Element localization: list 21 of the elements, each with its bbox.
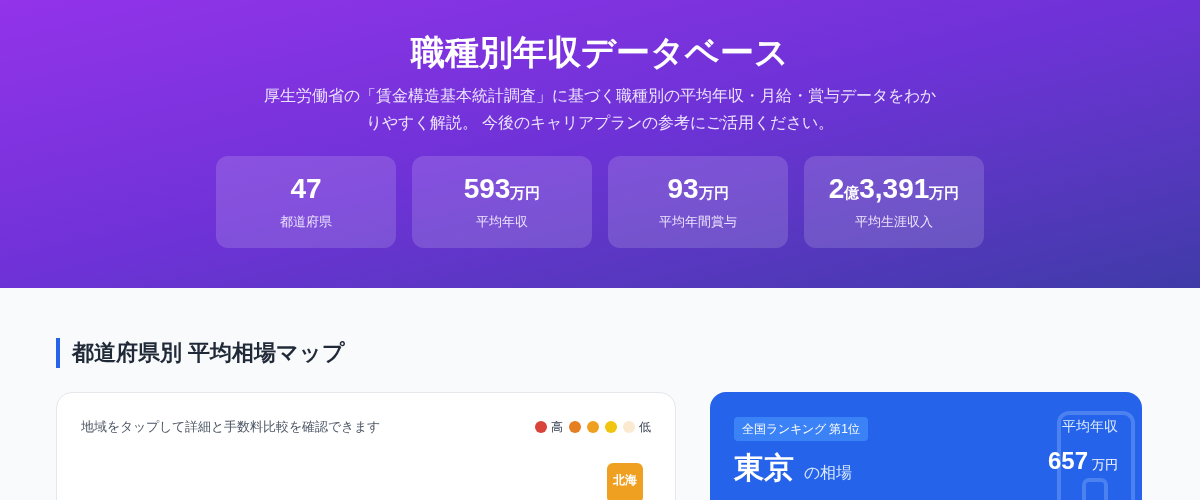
stat-value: 593万円 xyxy=(463,172,541,207)
page-description: 厚生労働省の「賃金構造基本統計調査」に基づく職種別の平均年収・月給・賞与データをわかりやすく解説。 今後のキャリアプランの参考にご活用ください。 xyxy=(263,86,937,133)
prefecture-tile[interactable]: 北海 xyxy=(607,462,643,500)
salary-unit: 万円 xyxy=(1092,456,1118,474)
stat-label: 平均年収 xyxy=(476,213,528,232)
stat-value: 2億3,391万円 xyxy=(828,172,960,207)
map-hint: 地域をタップして詳細と手数料比較を確認できます xyxy=(81,418,380,436)
page-title: 職種別年収データベース xyxy=(411,32,789,73)
section-title: 都道府県別 平均相場マップ xyxy=(56,338,1144,368)
stat-label: 平均生涯収入 xyxy=(855,213,933,232)
legend-label: 低 xyxy=(639,418,651,436)
salary-value: 657 xyxy=(1047,446,1088,476)
prefecture-suffix: の相場 xyxy=(804,463,852,483)
stat-label: 都道府県 xyxy=(280,213,332,232)
ranking-badge: 全国ランキング 第1位 xyxy=(734,417,868,441)
stat-label: 平均年収 xyxy=(1062,417,1118,436)
stat-label: 平均年間賞与 xyxy=(659,213,737,232)
stat-value: 93万円 xyxy=(667,172,729,207)
legend-label: 高 xyxy=(551,418,563,436)
stat-value: 47 xyxy=(290,172,322,207)
prefecture-name: 東京 xyxy=(734,450,794,486)
